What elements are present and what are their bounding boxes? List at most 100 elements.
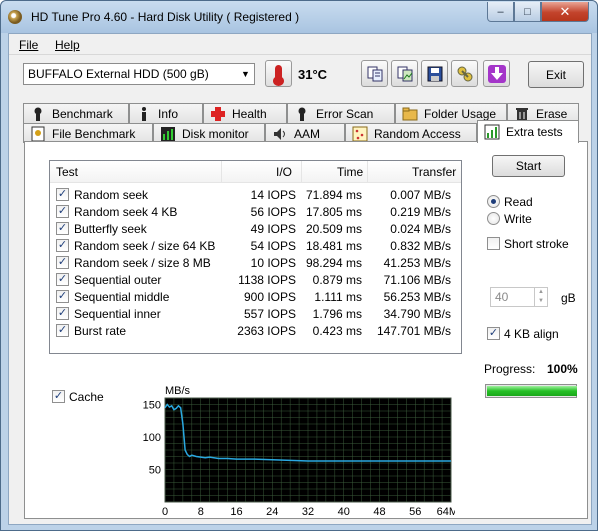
tab-file-benchmark[interactable]: File Benchmark — [23, 123, 153, 143]
tab-disk-monitor-label: Disk monitor — [182, 126, 249, 141]
row-checkbox[interactable]: ✓ — [56, 256, 69, 269]
disk-monitor-icon — [160, 126, 176, 142]
chart-xtick-label: 24 — [266, 506, 278, 518]
options-button[interactable] — [451, 60, 478, 87]
test-name: Sequential inner — [74, 307, 161, 321]
download-button[interactable] — [483, 60, 510, 87]
copy-icon — [367, 66, 382, 81]
table-row[interactable]: ✓ Sequential middle 900 IOPS 1.111 ms 56.253… — [50, 288, 461, 305]
tab-aam[interactable]: AAM — [265, 123, 345, 143]
tab-error-scan[interactable]: Error Scan — [287, 103, 395, 123]
transfer-value: 34.790 MB/s — [383, 307, 451, 321]
test-name: Sequential middle — [74, 290, 170, 304]
test-name: Random seek — [74, 188, 149, 202]
tab-info-label: Info — [158, 106, 179, 121]
short-stroke-spinner[interactable]: 40 ▲ ▼ — [490, 287, 548, 307]
start-button[interactable]: Start — [492, 155, 565, 177]
results-header: Test I/O Time Transfer — [50, 161, 461, 183]
tab-erase-label: Erase — [536, 106, 568, 121]
tab-info[interactable]: Info — [129, 103, 203, 123]
transfer-value: 56.253 MB/s — [383, 290, 451, 304]
tab-folder-usage-label: Folder Usage — [424, 106, 497, 121]
menu-file-label: File — [19, 38, 39, 52]
io-value: 49 IOPS — [250, 222, 296, 236]
tab-extra-tests-label: Extra tests — [506, 125, 563, 139]
io-value: 14 IOPS — [250, 188, 296, 202]
tab-extra-tests[interactable]: Extra tests — [477, 120, 579, 143]
write-radio[interactable] — [487, 212, 500, 225]
results-table: Test I/O Time Transfer ✓ Random seek 14 IO… — [49, 160, 462, 354]
io-value: 54 IOPS — [250, 239, 296, 253]
transfer-value: 0.024 MB/s — [390, 222, 451, 236]
tab-random-access[interactable]: Random Access — [345, 123, 477, 143]
minimize-button[interactable]: – — [487, 2, 514, 22]
menu-file[interactable]: File — [19, 38, 38, 52]
drive-select-value: BUFFALO External HDD (500 gB) — [28, 67, 209, 81]
chart-ytick-label: 50 — [149, 465, 161, 477]
row-checkbox[interactable]: ✓ — [56, 188, 69, 201]
row-checkbox[interactable]: ✓ — [56, 239, 69, 252]
copy-image-button[interactable] — [391, 60, 418, 87]
io-value: 56 IOPS — [250, 205, 296, 219]
drive-select[interactable]: BUFFALO External HDD (500 gB) ▼ — [23, 63, 255, 85]
col-transfer[interactable]: Transfer — [412, 165, 456, 179]
table-row[interactable]: ✓ Random seek 14 IOPS 71.894 ms 0.007 MB/s — [50, 186, 461, 203]
tab-disk-monitor[interactable]: Disk monitor — [153, 123, 265, 143]
col-io[interactable]: I/O — [276, 165, 292, 179]
io-value: 2363 IOPS — [237, 324, 296, 338]
maximize-button[interactable]: □ — [514, 2, 541, 22]
tab-error-scan-label: Error Scan — [316, 106, 374, 121]
copy-text-button[interactable] — [361, 60, 388, 87]
save-button[interactable] — [421, 60, 448, 87]
transfer-rate-chart: 50 100 150 0 8 16 24 32 40 48 56 64MB MB/s — [143, 385, 455, 518]
menu-help[interactable]: Help — [55, 38, 80, 52]
row-checkbox[interactable]: ✓ — [56, 205, 69, 218]
short-stroke-checkbox[interactable] — [487, 237, 500, 250]
row-checkbox[interactable]: ✓ — [56, 324, 69, 337]
align-checkbox[interactable]: ✓ — [487, 327, 500, 340]
table-row[interactable]: ✓ Burst rate 2363 IOPS 0.423 ms 147.701 MB/s — [50, 322, 461, 339]
app-window: HD Tune Pro 4.60 - Hard Disk Utility ( R… — [0, 0, 598, 531]
test-name: Random seek / size 64 KB — [74, 239, 216, 253]
time-value: 18.481 ms — [305, 239, 362, 253]
col-test[interactable]: Test — [56, 165, 78, 179]
cache-checkbox[interactable]: ✓ — [52, 390, 65, 403]
align-label: 4 KB align — [504, 327, 559, 341]
chart-ytick-label: 150 — [143, 400, 161, 412]
chart-xtick-label: 32 — [302, 506, 314, 518]
row-checkbox[interactable]: ✓ — [56, 273, 69, 286]
table-row[interactable]: ✓ Random seek 4 KB 56 IOPS 17.805 ms 0.219 M… — [50, 203, 461, 220]
chart-xtick-label: 64MB — [437, 506, 455, 518]
exit-button[interactable]: Exit — [528, 61, 584, 88]
table-row[interactable]: ✓ Random seek / size 64 KB 54 IOPS 18.481 m… — [50, 237, 461, 254]
read-radio[interactable] — [487, 195, 500, 208]
test-name: Random seek / size 8 MB — [74, 256, 211, 270]
chevron-down-icon[interactable]: ▼ — [237, 64, 254, 84]
temperature-readout: 31°C — [298, 67, 328, 82]
tab-benchmark[interactable]: Benchmark — [23, 103, 129, 123]
row-checkbox[interactable]: ✓ — [56, 222, 69, 235]
table-row[interactable]: ✓ Butterfly seek 49 IOPS 20.509 ms 0.024 MB/… — [50, 220, 461, 237]
file-benchmark-icon — [30, 126, 46, 142]
progress-label: Progress: — [484, 362, 536, 376]
io-value: 900 IOPS — [243, 290, 296, 304]
title-bar[interactable]: HD Tune Pro 4.60 - Hard Disk Utility ( R… — [1, 1, 597, 33]
table-row[interactable]: ✓ Sequential inner 557 IOPS 1.796 ms 34.790 … — [50, 305, 461, 322]
close-button[interactable]: ✕ — [541, 2, 589, 22]
transfer-value: 147.701 MB/s — [376, 324, 451, 338]
row-checkbox[interactable]: ✓ — [56, 290, 69, 303]
extra-tests-icon — [484, 124, 500, 140]
tab-health[interactable]: Health — [203, 103, 287, 123]
table-row[interactable]: ✓ Sequential outer 1138 IOPS 0.879 ms 71.106… — [50, 271, 461, 288]
table-row[interactable]: ✓ Random seek / size 8 MB 10 IOPS 98.294 ms… — [50, 254, 461, 271]
chart-ytick-label: 100 — [143, 432, 161, 444]
folder-icon — [402, 106, 418, 122]
client-area: File Help BUFFALO External HDD (500 gB) … — [8, 33, 592, 525]
spin-up-icon[interactable]: ▲ — [534, 288, 547, 297]
speaker-icon — [272, 126, 288, 142]
spin-down-icon[interactable]: ▼ — [534, 297, 547, 306]
test-name: Butterfly seek — [74, 222, 147, 236]
short-stroke-unit: gB — [561, 291, 576, 305]
row-checkbox[interactable]: ✓ — [56, 307, 69, 320]
col-time[interactable]: Time — [337, 165, 363, 179]
